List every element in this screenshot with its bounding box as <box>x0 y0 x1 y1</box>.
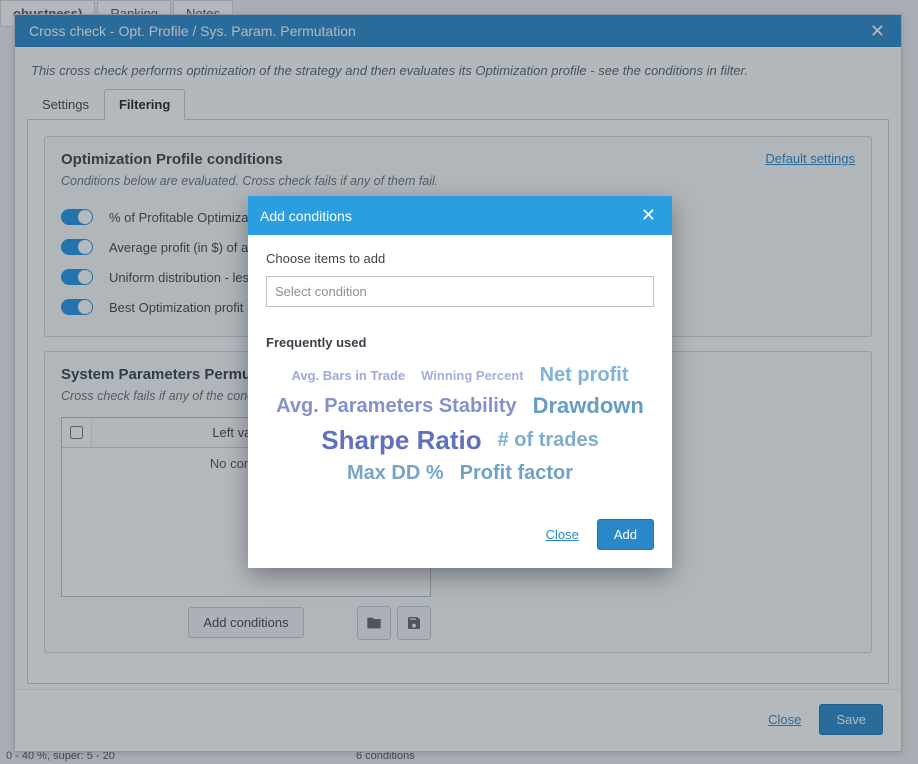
tag-cloud: Avg. Bars in Trade Winning Percent Net p… <box>266 364 654 499</box>
cloud-sharpe-ratio[interactable]: Sharpe Ratio <box>321 425 481 456</box>
choose-items-label: Choose items to add <box>266 251 654 266</box>
cloud-avg-bars[interactable]: Avg. Bars in Trade <box>291 368 405 383</box>
popup-titlebar: Add conditions ✕ <box>248 196 672 235</box>
cloud-num-trades[interactable]: # of trades <box>498 429 599 452</box>
condition-select-input[interactable] <box>266 276 654 307</box>
popup-add-button[interactable]: Add <box>597 519 654 550</box>
popup-close-link[interactable]: Close <box>546 527 579 542</box>
close-icon[interactable]: ✕ <box>637 205 660 226</box>
add-conditions-popup: Add conditions ✕ Choose items to add Fre… <box>248 196 672 568</box>
cloud-drawdown[interactable]: Drawdown <box>533 393 644 419</box>
popup-footer: Close Add <box>248 509 672 568</box>
cloud-net-profit[interactable]: Net profit <box>540 364 629 387</box>
cloud-max-dd[interactable]: Max DD % <box>347 462 444 485</box>
cloud-profit-factor[interactable]: Profit factor <box>460 462 573 485</box>
cloud-avg-params-stability[interactable]: Avg. Parameters Stability <box>276 395 516 418</box>
cloud-winning-percent[interactable]: Winning Percent <box>421 368 523 383</box>
popup-title: Add conditions <box>260 208 637 224</box>
frequently-used-label: Frequently used <box>266 335 654 350</box>
